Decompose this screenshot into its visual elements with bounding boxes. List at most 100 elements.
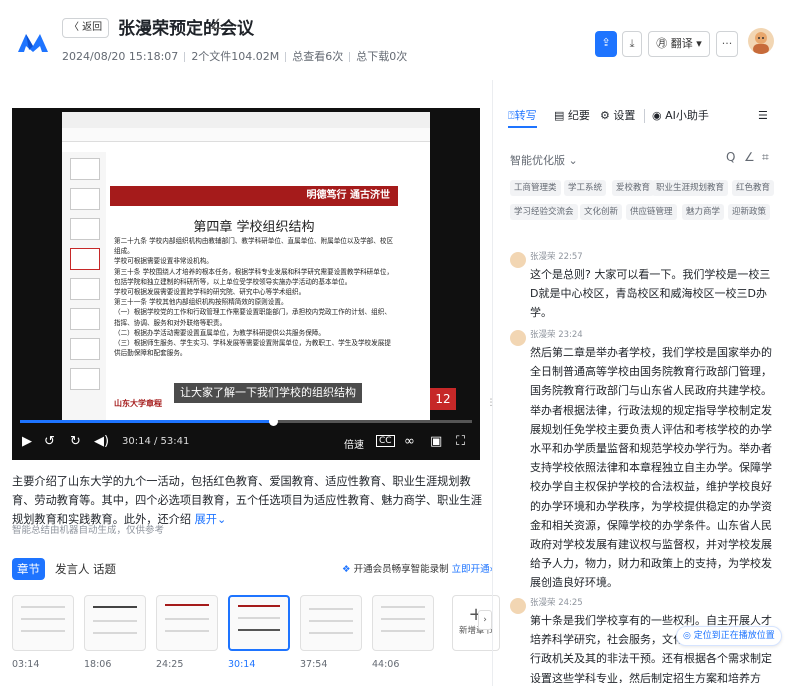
more-button[interactable]: ··· xyxy=(716,31,738,57)
play-icon[interactable]: ▶ xyxy=(22,434,32,449)
meeting-date: 2024/08/20 15:18:07 xyxy=(62,50,179,63)
translate-button[interactable]: ㊊ 翻译 ▾ xyxy=(648,31,710,57)
search-icon[interactable]: Q xyxy=(726,150,735,164)
chapter-frames: + 新增章节 03:14 18:06 24:25 30:14 37:54 44:0… xyxy=(12,595,500,670)
frames-next-arrow[interactable]: › xyxy=(478,610,492,630)
keyword-tag[interactable]: 学工系统 xyxy=(564,180,607,196)
slide-thumbnail xyxy=(70,278,100,300)
chapter-frame[interactable] xyxy=(372,595,434,651)
expand-label: 展开 xyxy=(194,513,217,526)
download-button[interactable]: ⤓ xyxy=(622,31,642,57)
drag-handle-icon[interactable]: ⋮ xyxy=(486,398,496,422)
keyword-tag[interactable]: 魅力商学 xyxy=(682,204,725,220)
fullscreen-icon[interactable]: ⛶ xyxy=(456,434,465,449)
chapter-frame[interactable] xyxy=(84,595,146,651)
locate-playback-button[interactable]: ◎ 定位到正在播放位置 xyxy=(676,626,782,646)
forward-icon[interactable]: ↻ xyxy=(70,434,81,449)
rewind-icon[interactable]: ↺ xyxy=(44,434,55,449)
slide-thumbnail xyxy=(70,368,100,390)
tab-chapters[interactable]: 章节 xyxy=(12,558,45,580)
loop-icon[interactable]: ∞ xyxy=(404,434,415,449)
edit-icon[interactable]: ∠ xyxy=(744,150,755,164)
file-info: 2个文件104.02M xyxy=(191,50,280,63)
speaker-time[interactable]: 23:24 xyxy=(558,330,583,340)
caret-down-icon: ▾ xyxy=(696,37,702,50)
slide-thumbnail xyxy=(70,218,100,240)
panel-divider xyxy=(492,80,493,686)
speaker-time[interactable]: 22:57 xyxy=(558,252,583,262)
transcript-text: 这个是总则? 大家可以看一下。我们学校是一校三D就是中心校区，青岛校区和威海校区… xyxy=(530,268,771,320)
tab-topics[interactable]: 话题 xyxy=(88,558,121,580)
version-select[interactable]: 智能优化版 ⌄ xyxy=(510,152,578,168)
tab-ai-label: AI小助手 xyxy=(665,109,709,122)
speaker-avatar xyxy=(510,252,526,268)
vip-link[interactable]: 立即开通 xyxy=(452,564,490,575)
player-controls: ▶ ↺ ↻ ◀) 30:14 / 53:41 倍速 CC ∞ ▣ ⛶ xyxy=(12,426,480,460)
time-display: 30:14 / 53:41 xyxy=(122,436,190,447)
ai-disclaimer: 智能总结由机器自动生成，仅供参考 xyxy=(12,525,165,536)
user-avatar[interactable] xyxy=(748,28,774,54)
share-icon: ⇪ xyxy=(601,36,611,49)
share-button[interactable]: ⇪ xyxy=(595,31,617,57)
progress-knob[interactable] xyxy=(269,417,279,426)
frame-time: 24:25 xyxy=(156,659,184,670)
back-button[interactable]: 〈 返回 xyxy=(62,18,110,38)
keyword-tag[interactable]: 职业生涯规划教育 xyxy=(652,180,729,196)
keyword-tag[interactable]: 供应链管理 xyxy=(626,204,677,220)
slide-line: 第二十九条 学校内部组织机构由教辅部门、教学科研单位、直属单位、附属单位以及学部… xyxy=(114,237,394,256)
slide-footer: 山东大学章程 xyxy=(114,399,162,408)
progress-fill xyxy=(20,420,274,423)
tab-settings[interactable]: ⚙ 设置 xyxy=(600,106,635,126)
slide-banner: 明德笃行 通古济世 xyxy=(110,186,398,206)
slide-page-number: 12 xyxy=(430,388,456,410)
speaker-meta: 张漫荣 24:25 xyxy=(530,596,583,608)
tab-transcript-label: 转写 xyxy=(514,109,537,122)
caption-button[interactable]: CC xyxy=(376,435,395,447)
vip-icon: ❖ xyxy=(342,564,351,575)
slide-line: 学校可根据需要设置非常设机构。 xyxy=(114,257,213,266)
video-subtitle: 让大家了解一下我们学校的组织结构 xyxy=(174,383,362,403)
slide-thumbnail xyxy=(70,158,100,180)
translate-label: 翻译 xyxy=(670,37,693,50)
pip-icon[interactable]: ▣ xyxy=(430,434,442,449)
chapter-frame[interactable] xyxy=(12,595,74,651)
chapter-frame[interactable] xyxy=(300,595,362,651)
tab-minutes[interactable]: ▤ 纪要 xyxy=(554,106,590,126)
menu-icon[interactable]: ☰ xyxy=(758,106,768,126)
slide-line: （二）根据办学活动需要设置直属单位，为教学科研提供公共服务保障。 xyxy=(114,328,325,337)
video-player[interactable]: 明德笃行 通古济世 第四章 学校组织结构 第二十九条 学校内部组织机构由教辅部门… xyxy=(12,108,480,460)
transcript-text: 然后第二章是举办者学校，我们学校是国家举办的全日制普通高等学校由国务院教育行政部… xyxy=(530,346,772,590)
slide-thumbnail xyxy=(70,338,100,360)
app-menubar xyxy=(62,128,430,142)
meeting-meta: 2024/08/20 15:18:07 2个文件104.02M 总查看6次 总下载0次 xyxy=(62,48,407,64)
version-label: 智能优化版 xyxy=(510,154,565,167)
speaker-time[interactable]: 24:25 xyxy=(558,598,583,608)
slide-frame: 明德笃行 通古济世 第四章 学校组织结构 第二十九条 学校内部组织机构由教辅部门… xyxy=(62,112,456,422)
transcript-icon: ⍰ xyxy=(508,109,515,122)
app-logo xyxy=(18,34,48,52)
vip-text: 开通会员畅享智能录制 xyxy=(353,564,449,575)
view-count: 总查看6次 xyxy=(292,50,344,63)
pencil-icon[interactable]: ∠ xyxy=(210,17,223,33)
keyword-tag[interactable]: 爱校教育 xyxy=(612,180,655,196)
chapter-frame-selected[interactable] xyxy=(228,595,290,651)
keyword-tag[interactable]: 工商管理类 xyxy=(510,180,561,196)
tab-transcript[interactable]: ⍰转写 xyxy=(508,106,537,128)
chapter-frame[interactable] xyxy=(156,595,218,651)
expand-link[interactable]: 展开⌄ xyxy=(191,513,227,526)
keyword-tag[interactable]: 红色教育 xyxy=(732,180,775,196)
speaker-avatar xyxy=(510,330,526,346)
tab-ai-assistant[interactable]: ◉ AI小助手 xyxy=(652,106,709,126)
frame-time: 03:14 xyxy=(12,659,40,670)
keyword-tag[interactable]: 文化创新 xyxy=(580,204,623,220)
scan-icon[interactable]: ⌗ xyxy=(762,150,769,165)
summary-body: 主要介绍了山东大学的九个一活动，包括红色教育、爱国教育、适应性教育、职业生涯规划… xyxy=(12,475,482,526)
slide-thumbnail xyxy=(70,188,100,210)
vip-promo[interactable]: ❖ 开通会员畅享智能录制 立即开通› xyxy=(342,561,493,575)
volume-icon[interactable]: ◀) xyxy=(94,434,109,449)
speed-button[interactable]: 倍速 xyxy=(344,436,364,451)
keyword-tag[interactable]: 迎新政策 xyxy=(728,204,771,220)
speaker-avatar xyxy=(510,598,526,614)
keyword-tag[interactable]: 学习经验交流会 xyxy=(510,204,578,220)
slide-heading: 第四章 学校组织结构 xyxy=(193,220,315,235)
